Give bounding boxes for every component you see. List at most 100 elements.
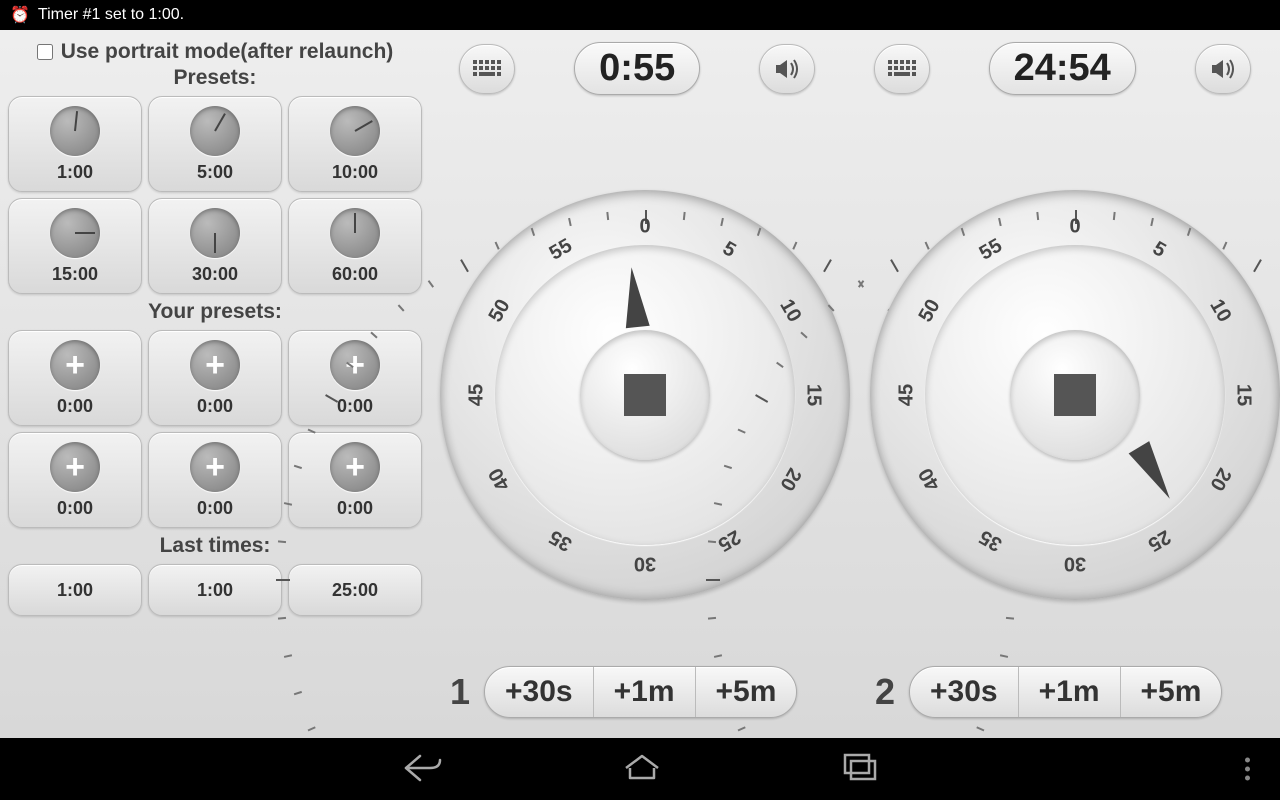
dial-number: 15 bbox=[802, 384, 825, 406]
overflow-menu-button[interactable] bbox=[1245, 758, 1250, 781]
last-times-header: Last times: bbox=[8, 534, 422, 558]
add-30s-button-1[interactable]: +30s bbox=[485, 667, 593, 717]
preset-label: 10:00 bbox=[332, 162, 378, 183]
dial-number: 40 bbox=[484, 464, 515, 495]
user-preset-button[interactable]: 0:00 bbox=[8, 330, 142, 426]
plus-icon bbox=[190, 340, 240, 390]
preset-label: 1:00 bbox=[57, 162, 93, 183]
main-area: Use portrait mode(after relaunch) Preset… bbox=[0, 30, 1280, 738]
home-button[interactable] bbox=[622, 752, 662, 787]
keyboard-button-1[interactable] bbox=[459, 44, 515, 94]
portrait-label: Use portrait mode(after relaunch) bbox=[61, 40, 394, 64]
portrait-checkbox-row[interactable]: Use portrait mode(after relaunch) bbox=[8, 38, 422, 66]
plus-icon bbox=[190, 442, 240, 492]
mini-dial-icon bbox=[50, 208, 100, 258]
back-button[interactable] bbox=[402, 750, 442, 789]
preset-label: 1:00 bbox=[197, 580, 233, 601]
preset-button[interactable]: 60:00 bbox=[288, 198, 422, 294]
mini-dial-icon bbox=[190, 208, 240, 258]
dot-icon bbox=[1245, 776, 1250, 781]
dial-number: 40 bbox=[914, 464, 945, 495]
dial-number: 5 bbox=[1148, 237, 1169, 262]
preset-label: 0:00 bbox=[337, 498, 373, 519]
add-time-group-1: +30s +1m +5m bbox=[484, 666, 797, 718]
user-preset-button[interactable]: 0:00 bbox=[8, 432, 142, 528]
time-display-1[interactable]: 0:55 bbox=[574, 42, 700, 95]
back-icon bbox=[402, 750, 442, 784]
presets-header: Presets: bbox=[8, 66, 422, 90]
last-time-button[interactable]: 1:00 bbox=[148, 564, 282, 616]
plus-icon bbox=[330, 442, 380, 492]
dial-number: 30 bbox=[1064, 552, 1086, 575]
status-bar: ⏰ Timer #1 set to 1:00. bbox=[0, 0, 1280, 30]
plus-icon bbox=[50, 442, 100, 492]
time-display-2[interactable]: 24:54 bbox=[989, 42, 1136, 95]
speaker-icon bbox=[1209, 57, 1237, 81]
preset-label: 0:00 bbox=[197, 396, 233, 417]
plus-icon bbox=[50, 340, 100, 390]
dial-number: 55 bbox=[546, 234, 577, 265]
last-time-button[interactable]: 25:00 bbox=[288, 564, 422, 616]
preset-button[interactable]: 30:00 bbox=[148, 198, 282, 294]
dial-number: 25 bbox=[714, 525, 745, 556]
timer-number-1: 1 bbox=[450, 671, 470, 713]
preset-label: 15:00 bbox=[52, 264, 98, 285]
dot-icon bbox=[1245, 758, 1250, 763]
dial-number: 0 bbox=[639, 216, 650, 239]
add-5m-button-2[interactable]: +5m bbox=[1120, 667, 1222, 717]
dial-number: 10 bbox=[775, 296, 806, 327]
preset-button[interactable]: 15:00 bbox=[8, 198, 142, 294]
timer-dial-2[interactable]: 0510152025303540455055 bbox=[870, 190, 1280, 600]
preset-label: 0:00 bbox=[57, 396, 93, 417]
alarm-icon: ⏰ bbox=[10, 5, 30, 25]
preset-button[interactable]: 10:00 bbox=[288, 96, 422, 192]
mini-dial-icon bbox=[190, 106, 240, 156]
timer-area: 0:55 24:54 0510152025303540455055 bbox=[430, 30, 1280, 738]
add-1m-button-1[interactable]: +1m bbox=[593, 667, 695, 717]
sidebar: Use portrait mode(after relaunch) Preset… bbox=[0, 30, 430, 738]
add-5m-button-1[interactable]: +5m bbox=[695, 667, 797, 717]
dial-number: 35 bbox=[976, 525, 1007, 556]
portrait-checkbox[interactable] bbox=[37, 44, 53, 60]
preset-label: 30:00 bbox=[192, 264, 238, 285]
keyboard-icon bbox=[888, 60, 916, 78]
stop-button-1[interactable] bbox=[580, 330, 710, 460]
user-preset-button[interactable]: 0:00 bbox=[148, 432, 282, 528]
preset-button[interactable]: 1:00 bbox=[8, 96, 142, 192]
last-times-grid: 1:00 1:00 25:00 bbox=[8, 564, 422, 616]
dial-number: 20 bbox=[1205, 464, 1236, 495]
preset-button[interactable]: 5:00 bbox=[148, 96, 282, 192]
dial-number: 25 bbox=[1144, 525, 1175, 556]
dot-icon bbox=[1245, 767, 1250, 772]
user-preset-button[interactable]: 0:00 bbox=[148, 330, 282, 426]
preset-label: 0:00 bbox=[197, 498, 233, 519]
last-time-button[interactable]: 1:00 bbox=[8, 564, 142, 616]
your-presets-header: Your presets: bbox=[8, 300, 422, 324]
status-message: Timer #1 set to 1:00. bbox=[38, 6, 184, 24]
add-1m-button-2[interactable]: +1m bbox=[1018, 667, 1120, 717]
plus-icon bbox=[330, 340, 380, 390]
top-controls-row: 0:55 24:54 bbox=[430, 42, 1280, 95]
add-30s-button-2[interactable]: +30s bbox=[910, 667, 1018, 717]
dial-number: 10 bbox=[1205, 296, 1236, 327]
user-preset-button[interactable]: 0:00 bbox=[288, 432, 422, 528]
dial-number: 55 bbox=[976, 234, 1007, 265]
timer-dial-1[interactable]: 0510152025303540455055 bbox=[440, 190, 850, 600]
recent-apps-button[interactable] bbox=[842, 752, 878, 787]
sound-button-2[interactable] bbox=[1195, 44, 1251, 94]
mini-dial-icon bbox=[50, 106, 100, 156]
user-preset-button[interactable]: 0:00 bbox=[288, 330, 422, 426]
nav-bar bbox=[0, 738, 1280, 800]
speaker-icon bbox=[773, 57, 801, 81]
user-presets-grid: 0:00 0:00 0:00 0:00 0:00 0:00 bbox=[8, 330, 422, 528]
stop-button-2[interactable] bbox=[1010, 330, 1140, 460]
preset-label: 25:00 bbox=[332, 580, 378, 601]
dial-number: 30 bbox=[634, 552, 656, 575]
sound-button-1[interactable] bbox=[759, 44, 815, 94]
stop-icon bbox=[624, 374, 666, 416]
keyboard-button-2[interactable] bbox=[874, 44, 930, 94]
dial-number: 45 bbox=[896, 384, 919, 406]
mini-dial-icon bbox=[330, 208, 380, 258]
dial-number: 45 bbox=[466, 384, 489, 406]
recent-icon bbox=[842, 752, 878, 782]
